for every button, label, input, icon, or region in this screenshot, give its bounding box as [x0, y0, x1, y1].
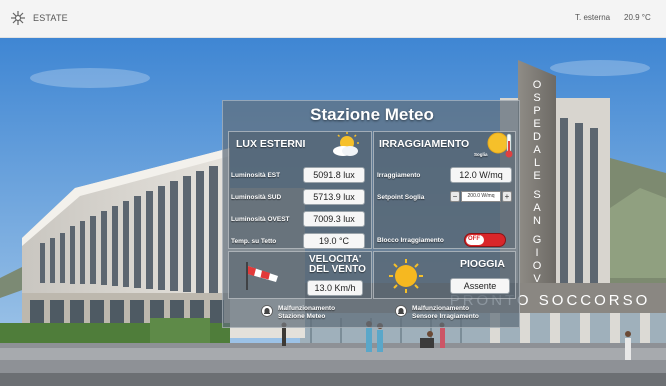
alarm-station-line2: Stazione Meteo [278, 313, 326, 320]
svg-text:S: S [533, 92, 540, 104]
svg-text:L: L [534, 157, 540, 169]
lux-box: LUX ESTERNI Luminosità EST 5091.8 lux Lu… [228, 131, 372, 249]
sun-icon [389, 259, 423, 293]
svg-text:S: S [533, 189, 540, 201]
lux-title: LUX ESTERNI [236, 138, 306, 150]
setpoint-value[interactable]: 200.0 W/mq [461, 191, 501, 202]
lux-south-label: Luminosità SUD [231, 194, 282, 201]
alarm-sensor-line1: Malfunzionamento [412, 305, 470, 312]
external-temp-value: 20.9 °C [624, 13, 651, 22]
lux-west-value: 7009.3 lux [303, 211, 365, 227]
svg-text:I: I [535, 247, 538, 259]
irradiance-value: 12.0 W/mq [450, 167, 512, 183]
svg-text:O: O [533, 260, 542, 272]
lux-west-label: Luminosità OVEST [231, 216, 290, 223]
alarm-bell-icon[interactable] [261, 305, 273, 317]
toggle-state-text: OFF [468, 236, 480, 242]
panel-title: Stazione Meteo [310, 105, 434, 124]
setpoint-label: Setpoint Soglia [377, 194, 425, 201]
svg-text:G: G [533, 234, 542, 246]
lux-east-label: Luminosità EST [231, 172, 281, 179]
sun-thermometer-icon [487, 132, 513, 158]
snowflake-sun-icon[interactable] [10, 10, 26, 26]
roof-temp-value: 19.0 °C [303, 233, 365, 249]
hospital-scene: O S P E D A L E S A N G I O V A N PRONTO… [0, 38, 666, 386]
irradiance-block-toggle[interactable]: OFF [464, 233, 506, 247]
weather-station-panel: Stazione Meteo LUX ESTERNI Luminosità ES… [222, 100, 520, 328]
roof-temp-label: Temp. su Tetto [231, 238, 277, 245]
rain-value: Assente [450, 278, 510, 294]
rain-box: PIOGGIA Assente [373, 251, 516, 299]
lux-south-value: 5713.9 lux [303, 189, 365, 205]
setpoint-decrease-button[interactable]: − [450, 191, 460, 202]
irradiance-title: IRRAGGIAMENTO [379, 138, 470, 150]
top-bar: ESTATE T. esterna 20.9 °C [0, 0, 666, 38]
svg-text:N: N [533, 215, 541, 227]
lux-east-value: 5091.8 lux [303, 167, 365, 183]
alarm-station-line1: Malfunzionamento [278, 305, 336, 312]
wind-box: VELOCITA' DEL VENTO 13.0 Km/h [228, 251, 372, 299]
wind-title-line2: DEL VENTO [309, 264, 366, 275]
svg-text:E: E [533, 170, 540, 182]
rain-title: PIOGGIA [460, 258, 505, 270]
irradiance-block-label: Blocco Irraggiamento [377, 237, 444, 244]
irradiance-box: IRRAGGIAMENTO Soglia Irraggiamento 12.0 … [373, 131, 516, 249]
svg-text:A: A [533, 144, 541, 156]
partly-cloudy-icon [333, 132, 359, 156]
svg-text:D: D [533, 131, 541, 143]
vertical-sign: O S P E D A L E S A N G I O V A N [533, 79, 542, 309]
irradiance-label: Irraggiamento [377, 172, 421, 179]
svg-text:E: E [533, 118, 540, 130]
wind-speed-value: 13.0 Km/h [307, 280, 363, 296]
svg-text:O: O [533, 79, 542, 91]
windsock-icon [246, 262, 278, 290]
alarm-bell-icon[interactable] [395, 305, 407, 317]
alarm-sensor-line2: Sensore Irragiamento [412, 313, 479, 320]
external-temp-label: T. esterna [575, 13, 611, 22]
svg-text:A: A [533, 202, 541, 214]
season-label[interactable]: ESTATE [33, 13, 68, 23]
svg-text:P: P [533, 105, 540, 117]
setpoint-increase-button[interactable]: + [502, 191, 512, 202]
